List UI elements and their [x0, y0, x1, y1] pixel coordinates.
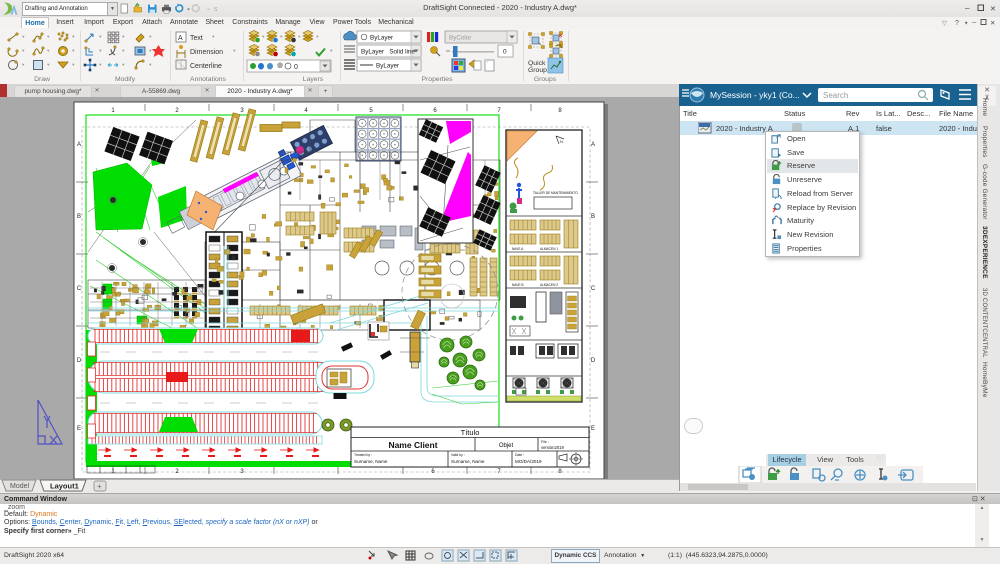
- svg-text:Surname, Name: Surname, Name: [354, 459, 388, 464]
- svg-text:NAVE A: NAVE A: [512, 247, 524, 251]
- svg-text:0: 0: [294, 64, 298, 71]
- svg-text:Quick: Quick: [528, 60, 546, 67]
- svg-text:?: ?: [955, 20, 959, 27]
- svg-text:0: 0: [503, 49, 507, 56]
- svg-text:ByLayer: ByLayer: [370, 35, 393, 42]
- svg-text:Name Client: Name Client: [388, 440, 437, 450]
- svg-text:+: +: [97, 482, 102, 491]
- svg-text:TALLER DE MANTENIMIENTO: TALLER DE MANTENIMIENTO: [533, 191, 578, 195]
- svg-text:E: E: [591, 426, 595, 432]
- svg-text:Model: Model: [10, 483, 30, 490]
- svg-text:A: A: [591, 142, 595, 148]
- svg-text:C: C: [77, 286, 82, 292]
- svg-text:–: –: [965, 4, 970, 13]
- svg-text:ALMACEN 2: ALMACEN 2: [540, 283, 558, 287]
- svg-text:version2019: version2019: [541, 445, 564, 450]
- svg-text:NAVE B: NAVE B: [512, 283, 523, 287]
- svg-text:D: D: [591, 358, 596, 364]
- svg-text:ByLayer: ByLayer: [376, 63, 399, 70]
- svg-text:Objet: Objet: [499, 443, 514, 449]
- svg-text:E: E: [77, 426, 81, 432]
- svg-text:✕: ✕: [990, 20, 995, 27]
- svg-text:Search: Search: [823, 91, 848, 100]
- svg-text:▽: ▽: [942, 20, 948, 27]
- svg-text:✕: ✕: [990, 6, 996, 13]
- svg-text:ByColor: ByColor: [449, 35, 471, 42]
- svg-text:A: A: [178, 35, 183, 42]
- svg-text:Título: Título: [461, 428, 480, 437]
- svg-text:Group: Group: [528, 67, 547, 74]
- svg-text:MySession - yky1 (Co...: MySession - yky1 (Co...: [710, 90, 800, 100]
- svg-text:File :: File :: [541, 440, 549, 444]
- svg-text:Valid by :: Valid by :: [451, 453, 465, 457]
- svg-text:ALMACEN 1: ALMACEN 1: [540, 247, 558, 251]
- svg-text:s: s: [214, 6, 218, 13]
- svg-text:▼: ▼: [964, 21, 968, 26]
- svg-text:D: D: [77, 358, 82, 364]
- svg-text:C: C: [591, 286, 596, 292]
- svg-text:Surname, Name: Surname, Name: [451, 459, 485, 464]
- svg-text:Centerline: Centerline: [190, 63, 222, 70]
- svg-text:–: –: [972, 18, 977, 27]
- svg-text:Layout1: Layout1: [50, 482, 79, 491]
- svg-text:Treated by :: Treated by :: [354, 453, 372, 457]
- svg-text:N: N: [560, 139, 563, 144]
- svg-text:MO/DA/2019: MO/DA/2019: [515, 459, 542, 464]
- svg-text:B: B: [77, 214, 81, 220]
- svg-text:Date :: Date :: [515, 453, 524, 457]
- svg-text:Text: Text: [190, 35, 203, 42]
- svg-text:ByLayer Solid line: ByLayer Solid line: [361, 49, 415, 56]
- svg-text:A: A: [77, 142, 81, 148]
- svg-text:B: B: [591, 214, 595, 220]
- svg-text:Dimension: Dimension: [190, 49, 223, 56]
